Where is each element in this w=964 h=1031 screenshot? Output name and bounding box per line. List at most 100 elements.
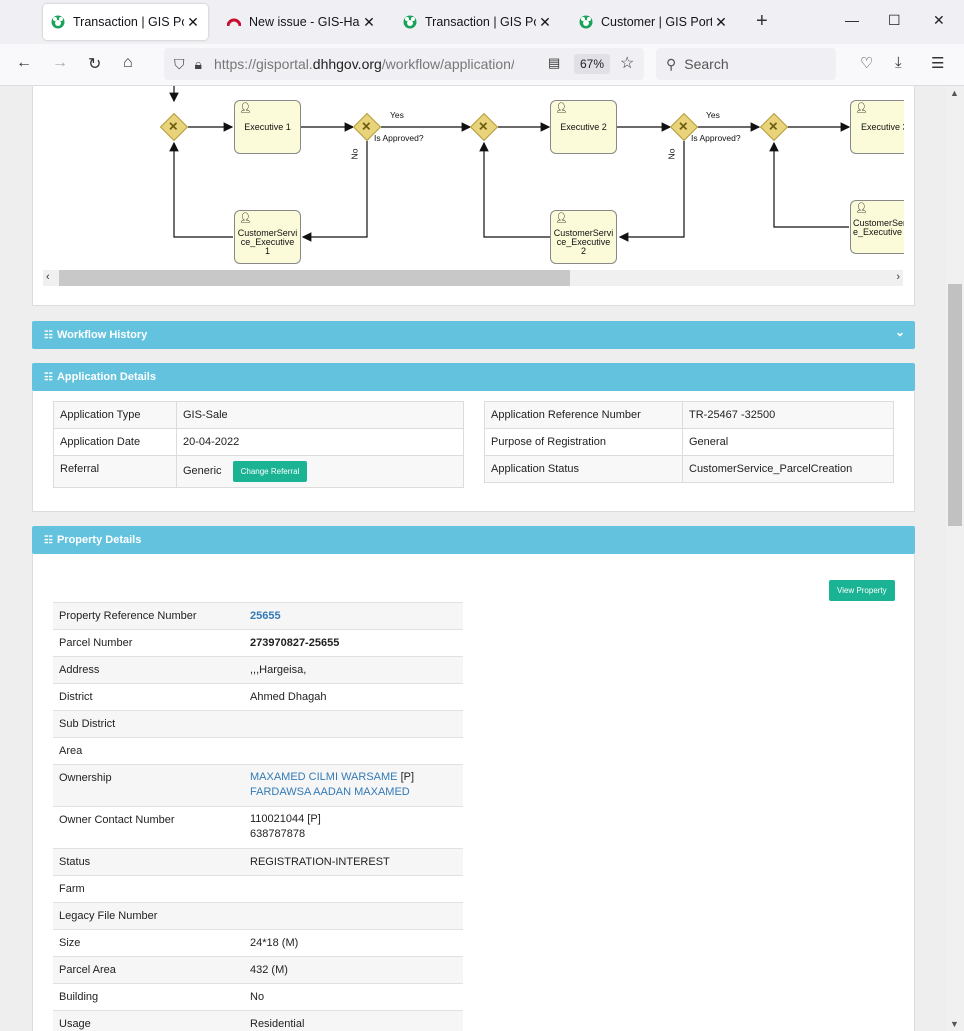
contact-number: 638787878 [250,828,306,840]
task-executive-3[interactable]: 👤︎ Executive 3 [850,100,904,154]
value-cell: Residential [244,1010,463,1031]
flow-label-is-approved: Is Approved? [374,133,424,143]
table-row: Size 24*18 (M) [53,929,463,957]
task-executive-1[interactable]: 👤︎ Executive 1 [234,100,301,154]
task-label: Executive 2 [560,122,607,132]
contact-number: 110021044 [P] [250,813,321,825]
label-cell: Ownership [53,764,244,807]
table-row: Parcel Area 432 (M) [53,956,463,984]
label-cell: Size [53,929,244,957]
value-cell [244,710,463,738]
minimize-icon[interactable]: — [845,12,859,28]
tab-new-issue[interactable]: New issue - GIS-Hargeisa ✕ [219,4,384,40]
change-referral-button[interactable]: Change Referral [232,461,308,482]
search-input[interactable]: ⚲ Search [656,48,836,80]
value-cell: 432 (M) [244,956,463,984]
user-task-icon: 👤︎ [555,213,568,224]
application-details-left-table: Application Type GIS-Sale Application Da… [53,401,464,488]
home-icon[interactable]: ⌂ [123,54,133,72]
owner-link[interactable]: MAXAMED CILMI WARSAME [250,771,398,783]
close-tab-icon[interactable]: ✕ [538,14,552,31]
nav-bar: ← → ↻ ⌂ ⛉ 🔒︎ https://gisportal.dhhgov.or… [0,44,964,86]
value-cell: REGISTRATION-INTEREST [244,848,463,876]
task-label: Executive 3 [861,122,904,132]
forward-arrow-icon[interactable]: → [52,54,68,72]
close-tab-icon[interactable]: ✕ [362,14,376,31]
search-icon: ⚲ [666,55,677,72]
tab-label: Transaction | GIS Portal [73,15,184,29]
pocket-icon[interactable]: ♡ [860,54,873,72]
table-row: Parcel Number 273970827-25655 [53,629,463,657]
panel-title: Property Details [56,534,142,546]
value-cell: 25655 [244,602,463,630]
scroll-up-icon[interactable]: ▲ [950,88,959,98]
back-arrow-icon[interactable]: ← [16,54,32,72]
label-cell: Application Type [53,401,177,429]
owner-primary-tag: [P] [400,771,415,783]
task-label: CustomerService_Executive 3 [853,218,904,237]
scroll-left-icon[interactable]: ‹ [46,271,50,283]
close-tab-icon[interactable]: ✕ [714,14,728,31]
scroll-down-icon[interactable]: ▼ [950,1019,959,1029]
lock-icon[interactable]: 🔒︎ [195,56,202,73]
value-cell: CustomerService_ParcelCreation [682,455,894,483]
chevron-down-icon[interactable]: ⌄ [895,325,905,339]
task-customerservice-executive-2[interactable]: 👤︎ CustomerService_Executive 2 [550,210,617,264]
download-icon[interactable]: ⤓ [895,54,902,71]
value-cell: Ahmed Dhagah [244,683,463,711]
zoom-level[interactable]: 67% [574,54,611,74]
label-cell: Address [53,656,244,684]
task-customerservice-executive-3[interactable]: 👤︎ CustomerService_Executive 3 [850,200,904,254]
flow-label-yes: Yes [706,110,720,120]
search-placeholder: Search [684,56,729,72]
url-text[interactable]: https://gisportal.dhhgov.org/workflow/ap… [214,56,514,72]
property-reference-link[interactable]: 25655 [250,610,281,622]
workflow-diagram-panel: ✕ ✕ ✕ ✕ ✕ 👤︎ Executive 1 👤︎ Executive 2 … [32,86,915,306]
table-row: Area [53,737,463,765]
scroll-right-icon[interactable]: › [896,271,900,283]
scrollbar-thumb[interactable] [59,270,570,286]
reload-icon[interactable]: ↻ [88,54,101,74]
diagram-horizontal-scrollbar[interactable]: ‹ › [43,270,903,286]
workflow-history-header[interactable]: ☷ Workflow History ⌄ [32,321,915,349]
value-cell: TR-25467 -32500 [682,401,894,429]
application-details-header[interactable]: ☷ Application Details [32,363,915,391]
page-vertical-scrollbar[interactable]: ▲ ▼ [946,86,964,1031]
tab-customer[interactable]: Customer | GIS Portal ✕ [571,4,736,40]
label-cell: Referral [53,455,177,488]
shield-icon[interactable]: ⛉ [174,56,185,73]
url-bar[interactable]: ⛉ 🔒︎ https://gisportal.dhhgov.org/workfl… [164,48,644,80]
table-row: Application Date 20-04-2022 [53,428,464,456]
label-cell: Owner Contact Number [53,806,244,849]
value-cell: MAXAMED CILMI WARSAME [P] FARDAWSA AADAN… [244,764,463,807]
label-cell: Legacy File Number [53,902,244,930]
tab-transaction-2[interactable]: Transaction | GIS Portal ✕ [395,4,560,40]
value-cell: General [682,428,894,456]
tab-transaction-1[interactable]: Transaction | GIS Portal ✕ [43,4,208,40]
url-domain: dhhgov.org [312,56,382,72]
reader-view-icon[interactable]: ▤ [548,55,560,71]
view-property-button[interactable]: View Property [829,580,895,601]
value-cell [244,737,463,765]
maximize-icon[interactable]: ☐ [888,12,901,29]
label-cell: Application Reference Number [484,401,683,429]
close-window-icon[interactable]: ✕ [933,12,945,29]
new-tab-plus-icon[interactable]: + [756,10,768,33]
panel-title: Workflow History [56,329,148,341]
scrollbar-thumb[interactable] [948,284,962,526]
owner-link[interactable]: FARDAWSA AADAN MAXAMED [250,786,410,798]
flow-label-yes: Yes [390,110,404,120]
table-row: Ownership MAXAMED CILMI WARSAME [P] FARD… [53,764,463,807]
table-row: Application Reference Number TR-25467 -3… [484,401,894,429]
property-details-header[interactable]: ☷ Property Details [32,526,915,554]
value-cell: Generic Change Referral [176,455,464,488]
task-customerservice-executive-1[interactable]: 👤︎ CustomerService_Executive 1 [234,210,301,264]
task-executive-2[interactable]: 👤︎ Executive 2 [550,100,617,154]
value-cell: 20-04-2022 [176,428,464,456]
task-label: Executive 1 [244,122,291,132]
bookmark-star-icon[interactable]: ☆ [620,53,634,73]
close-tab-icon[interactable]: ✕ [186,14,200,31]
user-task-icon: 👤︎ [239,213,252,224]
list-icon: ☷ [44,534,53,546]
menu-icon[interactable]: ☰ [931,54,944,72]
